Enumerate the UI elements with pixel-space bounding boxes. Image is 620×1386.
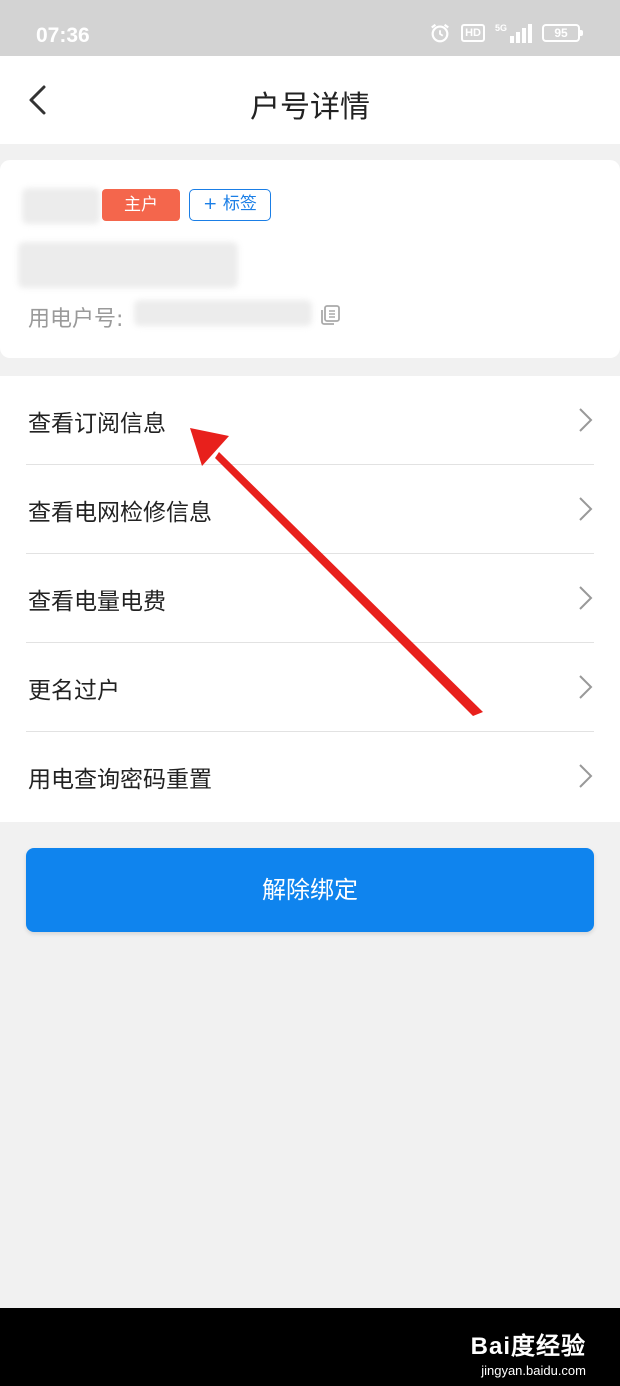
menu-item-grid-maintenance-info[interactable]: 查看电网检修信息 — [0, 465, 620, 554]
status-bar: 07:36 HD 5G 95 — [0, 0, 620, 56]
bottom-bar: Bai度经验 jingyan.baidu.com — [0, 1308, 620, 1386]
unbind-button[interactable]: 解除绑定 — [26, 848, 594, 932]
watermark-url: jingyan.baidu.com — [481, 1363, 586, 1378]
hd-voice-icon: HD — [461, 24, 485, 42]
menu-item-usage-and-bills[interactable]: 查看电量电费 — [0, 554, 620, 643]
menu-item-label: 查看订阅信息 — [28, 411, 166, 437]
copy-icon[interactable] — [318, 303, 342, 327]
menu-list: 查看订阅信息 查看电网检修信息 查看电量电费 更名过户 用电查询密码重置 — [0, 376, 620, 822]
header: 户号详情 — [0, 56, 620, 144]
redacted-account-name — [22, 188, 100, 224]
battery-icon: 95 — [542, 24, 583, 42]
status-icons: HD 5G 95 — [429, 22, 583, 44]
menu-item-name-transfer[interactable]: 更名过户 — [0, 643, 620, 732]
chevron-right-icon — [579, 408, 593, 432]
menu-item-password-reset[interactable]: 用电查询密码重置 — [0, 732, 620, 821]
watermark: Bai度经验 jingyan.baidu.com — [471, 1326, 586, 1378]
redacted-account-number — [134, 300, 312, 326]
account-card: 主户 + 标签 用电户号: — [0, 160, 620, 358]
watermark-brand: Bai度经验 — [470, 1333, 586, 1360]
chevron-right-icon — [579, 497, 593, 521]
menu-item-label: 用电查询密码重置 — [28, 767, 212, 793]
network-type-label: 5G — [494, 23, 507, 33]
add-tag-button[interactable]: + 标签 — [189, 189, 271, 221]
signal-strength-icon: 5G — [495, 23, 532, 43]
chevron-right-icon — [579, 586, 593, 610]
redacted-account-address — [18, 242, 238, 288]
status-time: 07:36 — [36, 24, 90, 47]
account-number-label: 用电户号: — [28, 307, 124, 332]
alarm-clock-icon — [431, 23, 450, 43]
menu-item-label: 更名过户 — [28, 678, 120, 704]
owner-badge: 主户 — [102, 189, 180, 221]
menu-item-subscription-info[interactable]: 查看订阅信息 — [0, 376, 620, 465]
page-title: 户号详情 — [250, 90, 370, 125]
menu-item-label: 查看电网检修信息 — [28, 500, 212, 526]
menu-item-label: 查看电量电费 — [28, 589, 166, 615]
chevron-right-icon — [579, 764, 593, 788]
chevron-right-icon — [579, 675, 593, 699]
